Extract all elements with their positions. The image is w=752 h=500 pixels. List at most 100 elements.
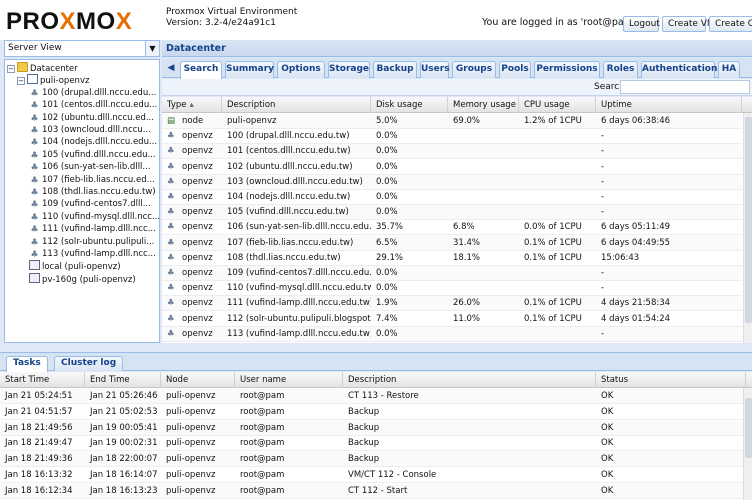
tab-pools[interactable]: Pools xyxy=(499,61,531,78)
column-header[interactable]: Node xyxy=(161,372,235,388)
cell-cpu xyxy=(519,281,596,296)
tab-authentication[interactable]: Authentication xyxy=(641,61,717,78)
collapse-icon[interactable]: − xyxy=(17,77,25,86)
container-icon: ♣ xyxy=(30,113,39,124)
tree-item[interactable]: ♣ 104 (nodejs.dlll.nccu.edu... xyxy=(29,136,157,149)
tree-item[interactable]: ♣ 108 (thdl.lias.nccu.edu.tw) xyxy=(29,186,155,199)
table-row[interactable]: ♣ openvz 101 (centos.dlll.nccu.edu.tw) 0.0%… xyxy=(162,144,742,160)
cell-user: root@pam xyxy=(240,485,285,496)
table-row[interactable]: Jan 18 21:49:36 Jan 18 22:00:07 puli-openv… xyxy=(0,452,744,468)
table-row[interactable]: ♣ openvz 112 (solr-ubuntu.pulipuli.blogspo… xyxy=(162,312,742,327)
table-row[interactable]: ♣ openvz 102 (ubuntu.dlll.nccu.edu.tw) 0.0%… xyxy=(162,160,742,175)
tab-storage[interactable]: Storage xyxy=(328,61,370,78)
tab-cluster-log[interactable]: Cluster log xyxy=(54,356,124,371)
table-row[interactable]: Jan 18 21:49:56 Jan 19 00:05:41 puli-openv… xyxy=(0,420,744,436)
logout-button[interactable]: Logout xyxy=(623,16,660,32)
tree-item[interactable]: ♣ 101 (centos.dlll.nccu.edu... xyxy=(29,99,157,112)
env-title: Proxmox Virtual Environment xyxy=(166,7,298,17)
tasks-scrollbar[interactable] xyxy=(743,388,752,500)
tree-item[interactable]: ♣ 102 (ubuntu.dlll.nccu.ed... xyxy=(29,112,154,125)
tree-item[interactable]: ♣ 113 (vufind-lamp.dlll.ncc... xyxy=(29,248,155,261)
tab-summary[interactable]: Summary xyxy=(225,61,274,78)
chevron-down-icon[interactable]: ▼ xyxy=(145,41,159,56)
cell-uptime: 4 days 21:58:34 xyxy=(596,296,742,311)
tab-options[interactable]: Options xyxy=(277,61,325,78)
tree-item[interactable]: pv-160g (puli-openvz) xyxy=(29,272,136,286)
cell-uptime: - xyxy=(596,175,742,190)
cell-cpu xyxy=(519,129,596,144)
table-row[interactable]: ♣ openvz 103 (owncloud.dlll.nccu.edu.tw) 0.… xyxy=(162,174,742,190)
cell-type-text: openvz xyxy=(182,131,213,142)
tree-item[interactable]: ♣ 107 (fieb-lib.lias.nccu.ed... xyxy=(29,174,154,187)
tasks-scrollbar-thumb[interactable] xyxy=(745,398,752,458)
tab-groups[interactable]: Groups xyxy=(452,61,496,78)
cell-cpu xyxy=(519,144,596,159)
cell-desc-text: 113 (vufind-lamp.dlll.nccu.edu.tw) xyxy=(227,328,371,339)
table-row[interactable]: ♣ openvz 113 (vufind-lamp.dlll.nccu.edu.tw… xyxy=(162,326,742,342)
column-header[interactable]: Description xyxy=(222,97,371,113)
cell-type-text: openvz xyxy=(182,328,213,339)
tab-backup[interactable]: Backup xyxy=(373,61,417,78)
tree-item[interactable]: ♣ 109 (vufind-centos7.dlll... xyxy=(29,198,150,211)
tree-item[interactable]: ♣ 110 (vufind-mysql.dlll.ncc... xyxy=(29,211,159,224)
column-header[interactable]: Start Time xyxy=(0,372,85,388)
cell-type-text: openvz xyxy=(182,298,213,309)
column-header[interactable]: End Time xyxy=(85,372,161,388)
column-header[interactable]: Description xyxy=(343,372,596,388)
tree-item[interactable]: ♣ 105 (vufind.dlll.nccu.edu... xyxy=(29,149,155,162)
cell-start: Jan 18 21:49:47 xyxy=(5,438,73,449)
column-header[interactable]: Uptime xyxy=(596,97,742,113)
tree-item[interactable]: local (puli-openvz) xyxy=(29,260,121,273)
column-header[interactable]: Disk usage xyxy=(371,97,448,113)
table-row[interactable]: Jan 21 05:24:51 Jan 21 05:26:46 puli-openv… xyxy=(0,389,744,404)
table-row[interactable]: Jan 21 04:51:57 Jan 21 05:02:53 puli-openv… xyxy=(0,405,744,420)
search-input[interactable] xyxy=(620,80,750,94)
container-icon: ♣ xyxy=(167,237,175,248)
top-header: PROXMOX Proxmox Virtual Environment Vers… xyxy=(0,0,752,40)
tab-users[interactable]: Users xyxy=(420,61,450,78)
grid-scrollbar-thumb[interactable] xyxy=(745,117,752,323)
table-row[interactable]: ♣ openvz 109 (vufind-centos7.dlll.nccu.edu… xyxy=(162,266,742,281)
cell-uptime-text: - xyxy=(601,192,605,202)
tab-permissions[interactable]: Permissions xyxy=(534,61,600,78)
table-row[interactable]: Jan 18 21:49:47 Jan 19 00:02:31 puli-openv… xyxy=(0,436,744,452)
table-row[interactable]: Jan 18 16:12:34 Jan 18 16:13:23 puli-openv… xyxy=(0,483,744,499)
tab-roles[interactable]: Roles xyxy=(603,61,638,78)
column-header[interactable]: User name xyxy=(235,372,343,388)
tab-scroll-left-icon[interactable]: ◀ xyxy=(164,61,178,78)
cell-disk-text: 0.0% xyxy=(376,328,398,339)
table-row[interactable]: ♣ openvz 111 (vufind-lamp.dlll.nccu.edu.tw… xyxy=(162,296,742,312)
table-row[interactable]: ♣ openvz 100 (drupal.dlll.nccu.edu.tw) 0.0%… xyxy=(162,129,742,145)
column-header[interactable]: Type ▴ xyxy=(162,97,222,113)
tab-ha[interactable]: HA xyxy=(718,61,740,78)
tree-item[interactable]: ♣ 112 (solr-ubuntu.pulipuli... xyxy=(29,236,154,249)
column-header[interactable]: CPU usage xyxy=(519,97,596,113)
table-row[interactable]: ▤ node puli-openvz 5.0% 69.0% 1.2% of 1CPU 6 d… xyxy=(162,114,742,129)
cell-type: ♣ openvz xyxy=(162,144,222,159)
grid-scrollbar[interactable] xyxy=(743,113,752,343)
table-row[interactable]: ♣ openvz 108 (thdl.lias.nccu.edu.tw) 29.1% 1… xyxy=(162,251,742,266)
column-header-label: Description xyxy=(227,100,276,110)
tree-item[interactable]: ♣ 106 (sun-yat-sen-lib.dlll... xyxy=(29,161,150,174)
tab-tasks[interactable]: Tasks xyxy=(6,356,48,372)
cell-disk: 6.5% xyxy=(371,236,448,251)
table-row[interactable]: Jan 18 16:13:32 Jan 18 16:14:07 puli-openv… xyxy=(0,468,744,483)
table-row[interactable]: ♣ openvz 104 (nodejs.dlll.nccu.edu.tw) 0.0%… xyxy=(162,190,742,205)
tree-item[interactable]: ♣ 100 (drupal.dlll.nccu.edu... xyxy=(29,87,156,100)
container-icon: ♣ xyxy=(30,237,39,248)
collapse-icon[interactable]: − xyxy=(7,65,15,73)
tree-item[interactable]: − puli-openvz xyxy=(17,74,89,87)
tab-search[interactable]: Search xyxy=(180,61,222,79)
column-header[interactable]: Memory usage xyxy=(448,97,519,113)
table-row[interactable]: ♣ openvz 106 (sun-yat-sen-lib.dlll.nccu.ed… xyxy=(162,220,742,236)
tree-item[interactable]: ♣ 111 (vufind-lamp.dlll.ncc... xyxy=(29,223,155,236)
create-ct-button[interactable]: Create CT xyxy=(709,16,752,32)
column-header[interactable]: Status xyxy=(596,372,746,388)
tree-item[interactable]: − Datacenter xyxy=(7,62,78,75)
table-row[interactable]: ♣ openvz 105 (vufind.dlll.nccu.edu.tw) 0.0%… xyxy=(162,205,742,221)
create-vm-button[interactable]: Create VM xyxy=(662,16,715,32)
table-row[interactable]: ♣ openvz 110 (vufind-mysql.dlll.nccu.edu.t… xyxy=(162,281,742,297)
server-view-select[interactable]: Server View ▼ xyxy=(4,40,160,57)
tree-item[interactable]: ♣ 103 (owncloud.dlll.nccu... xyxy=(29,124,150,137)
table-row[interactable]: ♣ openvz 107 (fieb-lib.lias.nccu.edu.tw) 6.… xyxy=(162,235,742,251)
